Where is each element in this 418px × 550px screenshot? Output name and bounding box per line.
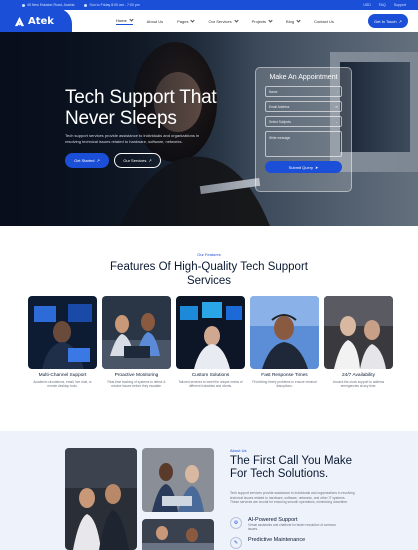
about-section: About Us The First Call You Make For Tec… (0, 431, 418, 550)
nav-services[interactable]: Our Services (208, 18, 239, 25)
hours-info: Sun to Friday 8:00 am - 7:00 pm (84, 3, 140, 7)
about-title: The First Call You Make For Tech Solutio… (230, 455, 353, 480)
chevron-down-icon (296, 18, 301, 23)
arrow-icon: ↗ (96, 158, 100, 163)
nav-pages[interactable]: Pages (177, 18, 196, 25)
logo[interactable]: Atek (0, 8, 72, 34)
about-image-team (65, 448, 137, 550)
nav-projects[interactable]: Projects (252, 18, 273, 25)
feature-card[interactable]: Multi-Channel Support Academic circulati… (28, 296, 97, 389)
nav-contact[interactable]: Contact Us (314, 18, 334, 25)
hero-section: Tech Support That Never Sleeps Tech supp… (0, 32, 418, 226)
our-services-button[interactable]: Our Services ↗ (114, 153, 161, 168)
chevron-down-icon (268, 18, 273, 23)
chevron-down-icon (233, 18, 239, 23)
faq-link[interactable]: FAQ (379, 3, 386, 7)
maintenance-icon: ✎ (230, 537, 242, 549)
mail-icon: ✉ (335, 104, 338, 109)
user-icon: ◦ (336, 89, 338, 94)
feature-card-image (102, 296, 171, 369)
features-section: Our Features Features Of High-Quality Te… (0, 226, 418, 431)
hero-title: Tech Support That Never Sleeps (65, 87, 217, 129)
feature-card[interactable]: 24/7 Availability Around-the-clock suppo… (324, 296, 393, 389)
about-feature-item: ✎ Predictive Maintenance (230, 537, 305, 549)
feature-card-image (176, 296, 245, 369)
about-feature-item: ⚙ AI-Powered Support Virtual assistants … (230, 517, 338, 532)
appointment-title: Make An Appointment (269, 74, 338, 81)
about-image-meeting (142, 448, 214, 512)
appointment-form: Make An Appointment Name ◦ Email Address ✉… (255, 67, 352, 192)
nav-home[interactable]: Home (116, 17, 134, 25)
chevron-down-icon (190, 18, 196, 23)
nav-about[interactable]: About Us (147, 18, 163, 25)
features-eyebrow: Our Features (197, 252, 221, 257)
name-field[interactable]: Name ◦ (265, 86, 342, 97)
submit-query-button[interactable]: Submit Query ➤ (265, 161, 342, 173)
features-title: Features Of High-Quality Tech Support Se… (110, 261, 308, 287)
about-image-office (142, 519, 214, 550)
feature-card-image (250, 296, 319, 369)
address-info: 45 New Eskaton Road, Austria (22, 3, 74, 7)
feature-card[interactable]: Proactive Monitoring Real-time tracking … (102, 296, 171, 389)
brand-name: Atek (28, 15, 54, 27)
hero-description: Tech support services provide assistance… (65, 133, 200, 144)
about-description: Tech support services provide assistance… (230, 491, 355, 505)
currency-select[interactable]: USD (363, 3, 370, 7)
support-link[interactable]: Support (394, 3, 406, 7)
clock-icon (84, 3, 88, 7)
main-nav: Home About Us Pages Our Services Project… (72, 10, 418, 32)
chevron-down-icon: ⌄ (335, 119, 338, 124)
feature-card-image (28, 296, 97, 369)
arrow-icon: ↗ (148, 158, 152, 163)
chevron-down-icon (129, 17, 134, 22)
feature-card-image (324, 296, 393, 369)
arrow-icon: ↗ (398, 18, 402, 24)
get-in-touch-button[interactable]: Get In Touch ↗ (368, 14, 408, 28)
ai-chip-icon: ⚙ (230, 517, 242, 529)
location-icon (22, 3, 25, 7)
message-field[interactable]: Write message (265, 131, 342, 157)
about-eyebrow: About Us (230, 448, 247, 453)
nav-blog[interactable]: Blog (286, 18, 301, 25)
email-field[interactable]: Email Address ✉ (265, 101, 342, 112)
feature-card[interactable]: Fast Response Times Prioritizing timely … (250, 296, 319, 389)
logo-mark-icon (14, 16, 25, 27)
get-started-button[interactable]: Get Started ↗ (65, 153, 109, 168)
send-icon: ➤ (315, 164, 319, 170)
subject-select[interactable]: Select Subjects ⌄ (265, 116, 342, 127)
feature-card[interactable]: Custom Solutions Tailored services to me… (176, 296, 245, 389)
